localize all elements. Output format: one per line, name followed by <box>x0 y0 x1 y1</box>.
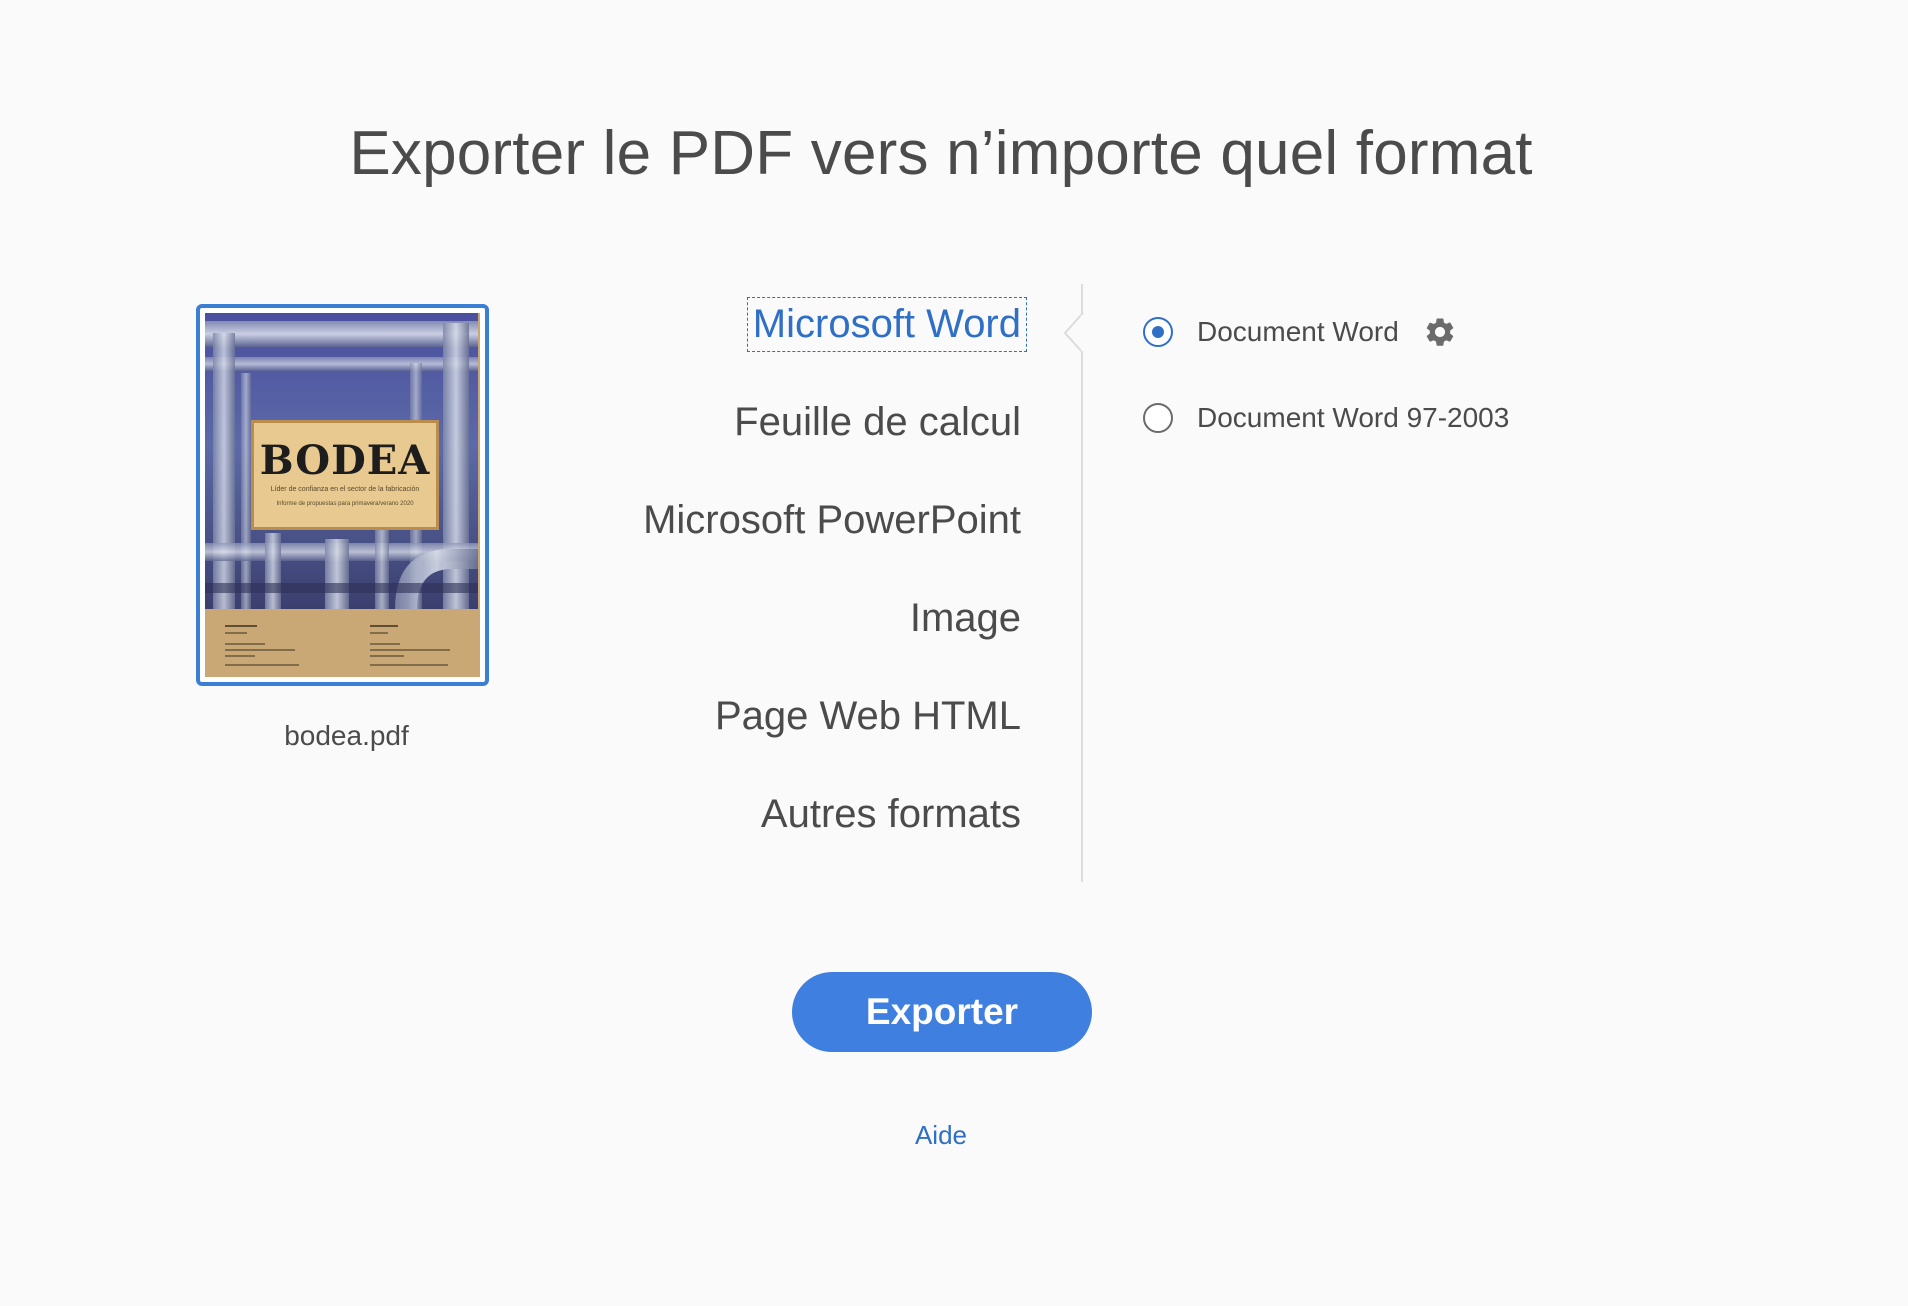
pdf-thumbnail[interactable]: BODEA Líder de confianza en el sector de… <box>196 304 489 686</box>
option-label: Document Word <box>1197 316 1399 347</box>
cover-subtitle: Líder de confianza en el sector de la fa… <box>270 486 420 493</box>
format-spreadsheet[interactable]: Feuille de calcul <box>733 400 1022 445</box>
format-other-formats[interactable]: Autres formats <box>760 792 1022 837</box>
export-button[interactable]: Exporter <box>792 972 1092 1052</box>
cover-title: BODEA <box>259 437 431 484</box>
cover-subtitle-secondary: Informe de propuestas para primavera/ver… <box>276 501 414 507</box>
help-link[interactable]: Aide <box>0 1120 1882 1151</box>
page-title: Exporter le PDF vers n’importe quel form… <box>349 119 1533 188</box>
export-pdf-panel: Exporter le PDF vers n’importe quel form… <box>0 0 1908 1306</box>
option-document-word-97-2003[interactable]: Document Word 97-2003 <box>1143 402 1509 434</box>
format-html-web-page[interactable]: Page Web HTML <box>714 694 1022 739</box>
format-microsoft-word[interactable]: Microsoft Word <box>746 297 1028 352</box>
option-document-word[interactable]: Document Word <box>1143 315 1457 349</box>
pdf-cover: BODEA Líder de confianza en el sector de… <box>205 313 480 677</box>
option-label: Document Word 97-2003 <box>1197 402 1510 433</box>
radio-document-word[interactable] <box>1143 317 1173 347</box>
gear-icon[interactable] <box>1423 315 1457 349</box>
selection-notch <box>1063 313 1084 353</box>
panel-divider <box>1081 284 1083 882</box>
format-image[interactable]: Image <box>909 596 1022 641</box>
cover-title-plate: BODEA Líder de confianza en el sector de… <box>251 420 439 530</box>
format-microsoft-powerpoint[interactable]: Microsoft PowerPoint <box>642 498 1022 543</box>
file-name: bodea.pdf <box>284 720 409 751</box>
cover-footer <box>205 609 480 677</box>
radio-document-word-97-2003[interactable] <box>1143 403 1173 433</box>
